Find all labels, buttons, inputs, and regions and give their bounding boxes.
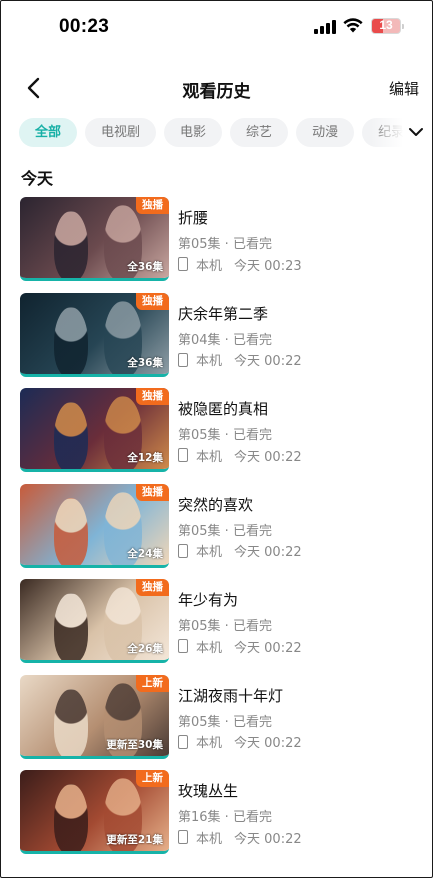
tab-0[interactable]: 全部 bbox=[19, 118, 78, 147]
history-item[interactable]: 独播 全24集 突然的喜欢 第05集 · 已看完 本机 今天 00:22 bbox=[1, 483, 432, 570]
item-progress: 第05集 · 已看完 bbox=[178, 714, 272, 730]
episode-count: 全36集 bbox=[127, 261, 163, 273]
item-device: 本机 bbox=[196, 545, 223, 560]
item-info: 突然的喜欢 第05集 · 已看完 本机 今天 00:22 bbox=[178, 484, 422, 560]
item-watched-time: 今天 00:22 bbox=[234, 449, 302, 465]
history-item[interactable]: 独播 全36集 庆余年第二季 第04集 · 已看完 本机 今天 00:22 bbox=[1, 292, 432, 379]
item-meta: 本机 今天 00:22 bbox=[178, 351, 422, 369]
badge-label: 独播 bbox=[136, 579, 169, 596]
badge-label: 独播 bbox=[136, 292, 169, 310]
item-info: 江湖夜雨十年灯 第05集 · 已看完 本机 今天 00:22 bbox=[178, 675, 422, 751]
episode-count: 更新至21集 bbox=[106, 834, 163, 846]
item-info: 折腰 第05集 · 已看完 本机 今天 00:23 bbox=[178, 197, 422, 274]
item-title: 折腰 bbox=[178, 209, 209, 227]
item-meta: 本机 今天 00:22 bbox=[178, 828, 422, 847]
item-progress: 第05集 · 已看完 bbox=[178, 237, 272, 252]
history-item[interactable]: 独播 全26集 年少有为 第05集 · 已看完 本机 今天 00:22 bbox=[1, 579, 432, 665]
item-progress: 第16集 · 已看完 bbox=[178, 810, 272, 825]
poster-thumbnail[interactable]: 独播 全12集 bbox=[20, 388, 169, 472]
item-device: 本机 bbox=[196, 449, 223, 465]
history-item[interactable]: 独播 全12集 被隐匿的真相 第05集 · 已看完 本机 今天 00:22 bbox=[1, 388, 432, 474]
category-tabs: 全部电视剧电影综艺动漫纪录片 bbox=[19, 118, 409, 148]
item-watched-time: 今天 00:23 bbox=[234, 258, 302, 274]
phone-icon bbox=[178, 543, 188, 558]
item-title: 突然的喜欢 bbox=[178, 495, 254, 514]
badge-label: 独播 bbox=[136, 388, 169, 405]
item-progress: 第05集 · 已看完 bbox=[178, 428, 272, 443]
header: 观看历史 编辑 bbox=[1, 71, 432, 105]
item-meta: 本机 今天 00:23 bbox=[178, 255, 422, 274]
badge-label: 上新 bbox=[136, 674, 169, 692]
tab-3[interactable]: 综艺 bbox=[230, 118, 289, 147]
poster-thumbnail[interactable]: 上新 更新至21集 bbox=[20, 770, 169, 854]
section-title: 今天 bbox=[21, 169, 54, 188]
chevron-down-icon[interactable] bbox=[408, 124, 424, 140]
poster-thumbnail[interactable]: 独播 全36集 bbox=[20, 197, 169, 281]
phone-icon bbox=[178, 448, 188, 462]
episode-count: 全26集 bbox=[127, 643, 163, 655]
poster-thumbnail[interactable]: 上新 更新至30集 bbox=[20, 674, 169, 759]
item-info: 年少有为 第05集 · 已看完 本机 今天 00:22 bbox=[178, 579, 422, 656]
item-device: 本机 bbox=[196, 640, 223, 656]
tab-4[interactable]: 动漫 bbox=[296, 118, 355, 147]
tab-1[interactable]: 电视剧 bbox=[85, 118, 157, 147]
page-title: 观看历史 bbox=[182, 82, 251, 102]
episode-count: 全12集 bbox=[127, 452, 163, 464]
wifi-icon bbox=[343, 18, 363, 33]
status-time: 00:23 bbox=[59, 16, 110, 37]
episode-count: 全36集 bbox=[127, 356, 163, 369]
item-progress: 第05集 · 已看完 bbox=[178, 523, 272, 539]
poster-thumbnail[interactable]: 独播 全24集 bbox=[20, 483, 169, 568]
item-watched-time: 今天 00:22 bbox=[234, 354, 302, 369]
item-watched-time: 今天 00:22 bbox=[234, 831, 302, 847]
item-device: 本机 bbox=[196, 354, 223, 369]
item-info: 被隐匿的真相 第05集 · 已看完 本机 今天 00:22 bbox=[178, 388, 422, 465]
item-info: 庆余年第二季 第04集 · 已看完 本机 今天 00:22 bbox=[178, 293, 422, 369]
item-title: 年少有为 bbox=[178, 591, 239, 609]
poster-thumbnail[interactable]: 独播 全36集 bbox=[20, 292, 169, 377]
item-title: 被隐匿的真相 bbox=[178, 400, 269, 418]
item-title: 玫瑰丛生 bbox=[178, 782, 239, 800]
app-frame: 00:23 13 观看历史 编辑 全部电视剧电影综艺动漫纪录片 今天 bbox=[0, 0, 433, 878]
item-meta: 本机 今天 00:22 bbox=[178, 542, 422, 560]
item-title: 江湖夜雨十年灯 bbox=[178, 686, 284, 705]
item-meta: 本机 今天 00:22 bbox=[178, 637, 422, 656]
item-watched-time: 今天 00:22 bbox=[234, 545, 302, 560]
status-bar: 00:23 13 bbox=[1, 1, 432, 57]
item-progress: 第04集 · 已看完 bbox=[178, 332, 272, 348]
item-meta: 本机 今天 00:22 bbox=[178, 446, 422, 465]
badge-label: 独播 bbox=[136, 483, 169, 501]
item-device: 本机 bbox=[196, 258, 223, 274]
item-device: 本机 bbox=[196, 831, 223, 847]
history-item[interactable]: 独播 全36集 折腰 第05集 · 已看完 本机 今天 00:23 bbox=[1, 197, 432, 283]
history-item[interactable]: 上新 更新至21集 玫瑰丛生 第16集 · 已看完 本机 今天 00:22 bbox=[1, 770, 432, 856]
signal-icon bbox=[314, 20, 336, 34]
item-device: 本机 bbox=[196, 736, 223, 751]
badge-label: 独播 bbox=[136, 197, 169, 214]
poster-thumbnail[interactable]: 独播 全26集 bbox=[20, 579, 169, 663]
phone-icon bbox=[178, 734, 188, 749]
badge-label: 上新 bbox=[136, 770, 169, 787]
item-meta: 本机 今天 00:22 bbox=[178, 733, 422, 751]
battery-icon: 13 bbox=[371, 18, 404, 34]
history-item[interactable]: 上新 更新至30集 江湖夜雨十年灯 第05集 · 已看完 本机 今天 00:22 bbox=[1, 674, 432, 761]
phone-icon bbox=[178, 830, 188, 844]
battery-level: 13 bbox=[379, 18, 393, 32]
episode-count: 全24集 bbox=[127, 547, 163, 560]
tab-2[interactable]: 电影 bbox=[164, 118, 223, 147]
tabs-fade bbox=[371, 118, 409, 148]
item-progress: 第05集 · 已看完 bbox=[178, 619, 272, 634]
phone-icon bbox=[178, 352, 188, 367]
item-watched-time: 今天 00:22 bbox=[234, 640, 302, 656]
phone-icon bbox=[178, 639, 188, 653]
item-title: 庆余年第二季 bbox=[178, 304, 269, 323]
item-info: 玫瑰丛生 第16集 · 已看完 本机 今天 00:22 bbox=[178, 770, 422, 847]
episode-count: 更新至30集 bbox=[106, 738, 163, 751]
edit-button[interactable]: 编辑 bbox=[389, 78, 419, 99]
item-watched-time: 今天 00:22 bbox=[234, 736, 302, 751]
phone-icon bbox=[178, 257, 188, 271]
